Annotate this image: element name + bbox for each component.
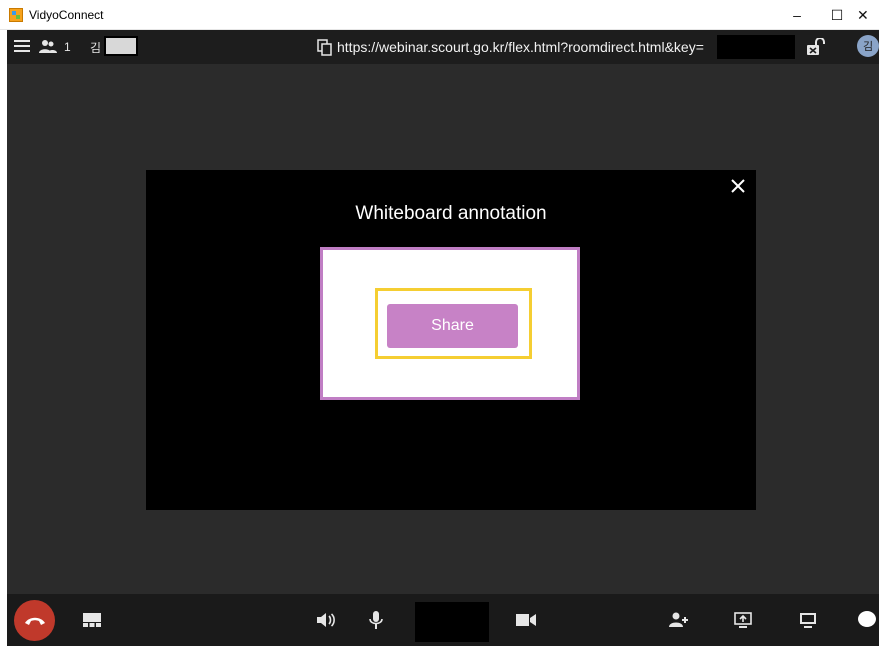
whiteboard-annotation-dialog: Whiteboard annotation Share <box>146 170 756 510</box>
user-avatar[interactable]: 김 <box>857 35 879 57</box>
self-view-preview <box>415 602 489 642</box>
phone-hangup-icon <box>24 617 45 625</box>
participants-icon[interactable] <box>39 39 57 55</box>
copy-icon[interactable] <box>317 39 333 56</box>
redacted-user-name <box>104 36 138 56</box>
camera-icon[interactable] <box>516 610 536 630</box>
dialog-title: Whiteboard annotation <box>355 203 547 224</box>
share-button[interactable]: Share <box>387 304 518 348</box>
share-highlight-frame: Share <box>375 288 532 359</box>
participant-count: 1 <box>64 40 71 54</box>
speaker-icon[interactable] <box>316 610 336 630</box>
share-panel: Share <box>320 247 580 400</box>
room-url[interactable]: https://webinar.scourt.go.kr/flex.html?r… <box>337 39 704 55</box>
maximize-button[interactable]: ☐ <box>817 0 857 30</box>
layout-icon[interactable] <box>82 610 102 630</box>
minimize-button[interactable]: – <box>777 0 817 30</box>
window-title: VidyoConnect <box>29 8 104 22</box>
vidyoconnect-app-icon <box>9 8 23 22</box>
microphone-icon[interactable] <box>366 610 386 630</box>
user-name-initial: 김 <box>90 41 102 55</box>
vidyo-app: 1 김 https://webinar.scourt.go.kr/flex.ht… <box>7 30 879 646</box>
top-toolbar: 1 김 https://webinar.scourt.go.kr/flex.ht… <box>7 30 879 64</box>
close-window-button[interactable]: ✕ <box>857 0 879 30</box>
add-user-icon[interactable] <box>669 610 689 630</box>
bottom-toolbar <box>7 594 879 646</box>
close-icon[interactable] <box>730 178 746 194</box>
window-title-bar: VidyoConnect – ☐ ✕ <box>0 0 879 30</box>
hamburger-icon[interactable] <box>14 40 30 53</box>
share-screen-icon[interactable] <box>733 610 753 630</box>
chat-icon[interactable] <box>858 611 876 627</box>
redacted-room-key <box>717 35 795 59</box>
hangup-button[interactable] <box>14 600 55 641</box>
unlock-icon[interactable] <box>806 38 826 56</box>
monitor-icon[interactable] <box>798 610 818 630</box>
